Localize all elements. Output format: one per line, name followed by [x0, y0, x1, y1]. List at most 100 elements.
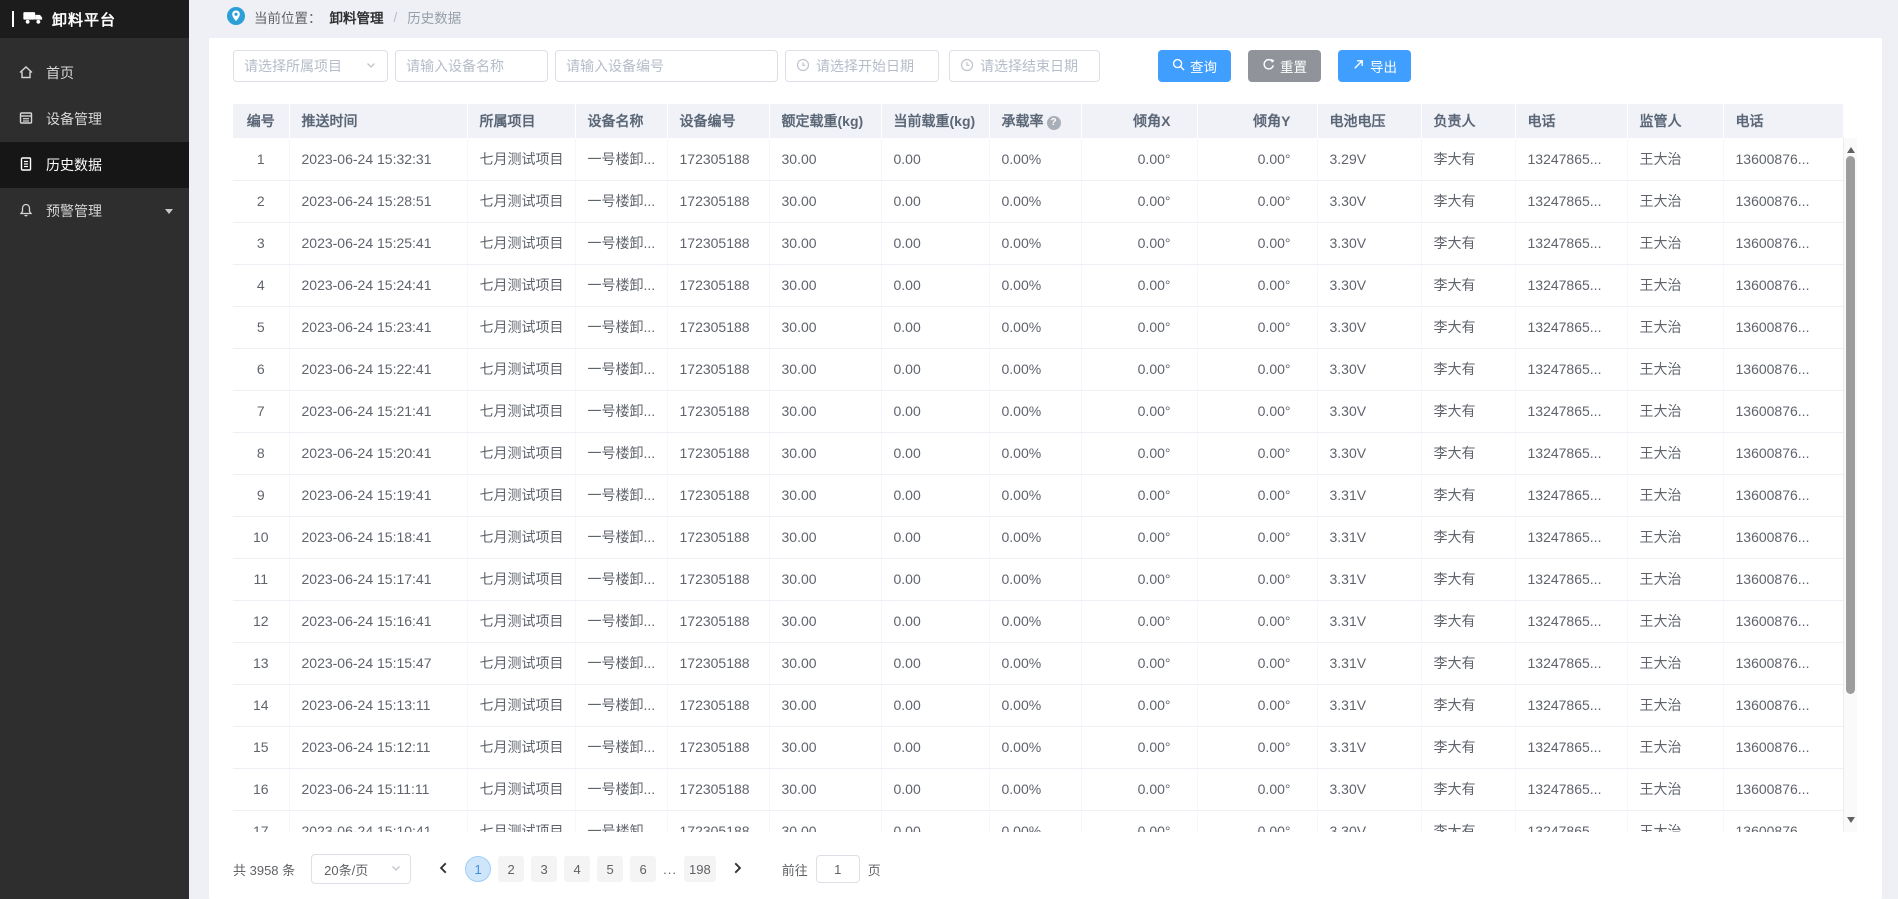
table-cell: 3.30V	[1317, 810, 1421, 832]
scrollbar-thumb[interactable]	[1846, 156, 1855, 694]
device-name-input[interactable]	[406, 58, 537, 74]
history-table-wrap: 编号推送时间所属项目设备名称设备编号额定载重(kg)当前载重(kg)承载率?倾角…	[233, 104, 1857, 832]
column-header-4: 设备编号	[667, 104, 769, 138]
page-button-3[interactable]: 3	[531, 856, 557, 882]
project-select[interactable]: 请选择所属项目	[233, 50, 388, 82]
table-cell: 0.00°	[1081, 264, 1197, 306]
table-cell: 0.00%	[989, 348, 1081, 390]
table-cell: 30.00	[769, 180, 881, 222]
table-cell: 0.00°	[1081, 768, 1197, 810]
device-no-input[interactable]	[566, 58, 767, 74]
column-header-12: 电话	[1515, 104, 1627, 138]
page-size-select[interactable]: 20条/页	[311, 854, 411, 884]
table-cell: 王大治	[1627, 474, 1723, 516]
sidebar-item-home[interactable]: 首页	[0, 50, 189, 96]
table-cell: 3.30V	[1317, 390, 1421, 432]
table-cell: 李大有	[1421, 600, 1515, 642]
table-cell: 0.00°	[1197, 642, 1317, 684]
table-cell: 七月测试项目	[467, 138, 575, 180]
table-cell: 一号楼卸...	[575, 348, 667, 390]
table-row: 142023-06-24 15:13:11七月测试项目一号楼卸...172305…	[233, 684, 1843, 726]
table-cell: 0.00%	[989, 390, 1081, 432]
arrow-up-right-icon	[1352, 58, 1365, 74]
table-cell: 4	[233, 264, 289, 306]
table-cell: 2023-06-24 15:10:41	[289, 810, 467, 832]
breadcrumb-section[interactable]: 卸料管理	[330, 7, 384, 27]
page-size-value: 20条/页	[324, 860, 368, 879]
table-cell: 李大有	[1421, 768, 1515, 810]
table-cell: 172305188	[667, 474, 769, 516]
page-button-4[interactable]: 4	[564, 856, 590, 882]
sidebar-item-history[interactable]: 历史数据	[0, 142, 189, 188]
table-cell: 七月测试项目	[467, 768, 575, 810]
table-cell: 13247865...	[1515, 516, 1627, 558]
sidebar-menu: 首页 设备管理 历史数据 预警管理	[0, 38, 189, 234]
chevron-left-icon	[437, 861, 451, 878]
clock-icon	[796, 58, 810, 75]
table-cell: 七月测试项目	[467, 726, 575, 768]
filter-buttons: 查询 重置 导出	[1158, 50, 1411, 82]
table-row: 152023-06-24 15:12:11七月测试项目一号楼卸...172305…	[233, 726, 1843, 768]
page-button-1[interactable]: 1	[465, 856, 491, 882]
page-button-198[interactable]: 198	[684, 856, 716, 882]
table-cell: 3.31V	[1317, 516, 1421, 558]
table-cell: 0.00°	[1197, 768, 1317, 810]
table-cell: 172305188	[667, 600, 769, 642]
table-cell: 李大有	[1421, 264, 1515, 306]
table-cell: 王大治	[1627, 642, 1723, 684]
sidebar-item-alerts[interactable]: 预警管理	[0, 188, 189, 234]
table-cell: 13	[233, 642, 289, 684]
table-cell: 李大有	[1421, 222, 1515, 264]
table-cell: 11	[233, 558, 289, 600]
table-row: 22023-06-24 15:28:51七月测试项目一号楼卸...1723051…	[233, 180, 1843, 222]
table-cell: 6	[233, 348, 289, 390]
table-cell: 16	[233, 768, 289, 810]
column-header-8: 倾角X	[1081, 104, 1197, 138]
table-cell: 王大治	[1627, 432, 1723, 474]
start-date-picker[interactable]: 请选择开始日期	[785, 50, 939, 82]
export-button[interactable]: 导出	[1338, 50, 1411, 82]
table-cell: 13600876...	[1723, 432, 1843, 474]
table-scrollbar[interactable]	[1843, 138, 1857, 832]
table-row: 52023-06-24 15:23:41七月测试项目一号楼卸...1723051…	[233, 306, 1843, 348]
pager-prev-button[interactable]	[431, 859, 457, 880]
page-button-2[interactable]: 2	[498, 856, 524, 882]
column-header-1: 推送时间	[289, 104, 467, 138]
table-cell: 13600876...	[1723, 390, 1843, 432]
pagination-bar: 共 3958 条 20条/页 123456...198	[233, 854, 1858, 884]
goto-page-input[interactable]	[816, 855, 860, 883]
table-cell: 一号楼卸...	[575, 726, 667, 768]
column-header-6: 当前载重(kg)	[881, 104, 989, 138]
table-cell: 0.00	[881, 264, 989, 306]
pager-next-button[interactable]	[724, 859, 750, 880]
reset-button[interactable]: 重置	[1248, 50, 1321, 82]
table-cell: 13600876...	[1723, 642, 1843, 684]
table-cell: 13247865...	[1515, 642, 1627, 684]
table-cell: 王大治	[1627, 138, 1723, 180]
page-button-5[interactable]: 5	[597, 856, 623, 882]
table-cell: 李大有	[1421, 138, 1515, 180]
table-cell: 2023-06-24 15:23:41	[289, 306, 467, 348]
table-cell: 0.00	[881, 348, 989, 390]
help-icon[interactable]: ?	[1047, 116, 1061, 130]
table-row: 102023-06-24 15:18:41七月测试项目一号楼卸...172305…	[233, 516, 1843, 558]
sidebar-item-devices[interactable]: 设备管理	[0, 96, 189, 142]
scrollbar-up-arrow-icon[interactable]	[1847, 143, 1855, 153]
table-row: 82023-06-24 15:20:41七月测试项目一号楼卸...1723051…	[233, 432, 1843, 474]
table-cell: 一号楼卸...	[575, 684, 667, 726]
scrollbar-down-arrow-icon[interactable]	[1847, 817, 1855, 827]
search-icon	[1172, 58, 1185, 74]
table-cell: 一号楼卸...	[575, 180, 667, 222]
table-cell: 15	[233, 726, 289, 768]
query-button[interactable]: 查询	[1158, 50, 1231, 82]
table-cell: 7	[233, 390, 289, 432]
pager: 123456... 198	[465, 856, 716, 882]
table-cell: 0.00°	[1197, 810, 1317, 832]
pager-ellipsis[interactable]: ...	[663, 862, 677, 877]
table-cell: 172305188	[667, 684, 769, 726]
table-cell: 172305188	[667, 810, 769, 832]
table-cell: 一号楼卸...	[575, 222, 667, 264]
end-date-picker[interactable]: 请选择结束日期	[949, 50, 1100, 82]
table-cell: 一号楼卸...	[575, 558, 667, 600]
page-button-6[interactable]: 6	[630, 856, 656, 882]
